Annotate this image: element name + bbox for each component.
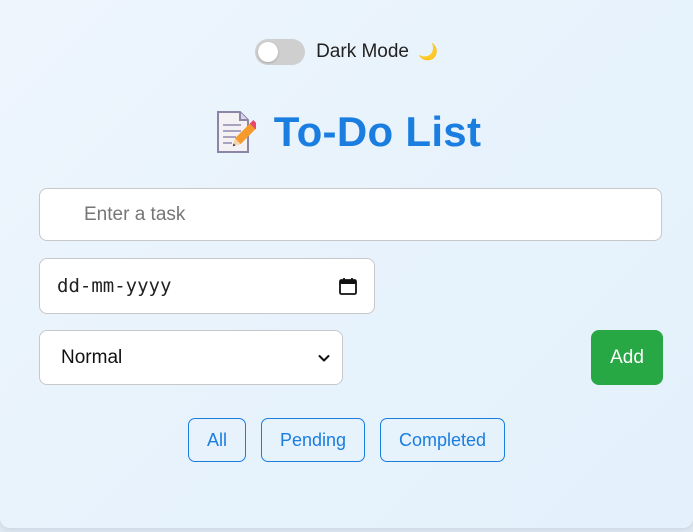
moon-icon: 🌙 — [418, 44, 438, 61]
switch-knob — [258, 42, 279, 62]
due-date-input[interactable]: dd-mm-yyyy — [39, 258, 375, 314]
calendar-icon[interactable] — [338, 276, 358, 296]
date-placeholder: dd-mm-yyyy — [57, 275, 172, 297]
chevron-down-icon — [318, 354, 330, 361]
dark-mode-label: Dark Mode — [316, 41, 409, 62]
page-title: To-Do List — [273, 108, 482, 155]
memo-icon — [216, 111, 256, 153]
dark-mode-switch[interactable] — [255, 39, 306, 65]
filter-completed-button[interactable]: Completed — [380, 418, 506, 462]
priority-select[interactable]: Normal — [39, 330, 343, 385]
task-input[interactable] — [39, 188, 662, 241]
page-header: To-Do List — [0, 104, 693, 160]
priority-selected-value: Normal — [61, 346, 123, 368]
todo-card: Dark Mode 🌙 To-Do List dd-mm-yyyy — [0, 0, 693, 528]
filter-all-button[interactable]: All — [187, 418, 246, 462]
filter-pending-button[interactable]: Pending — [260, 418, 366, 462]
add-task-button[interactable]: Add — [591, 330, 663, 385]
filter-bar: All Pending Completed — [0, 418, 693, 462]
dark-mode-toggle-row: Dark Mode 🌙 — [0, 38, 693, 66]
